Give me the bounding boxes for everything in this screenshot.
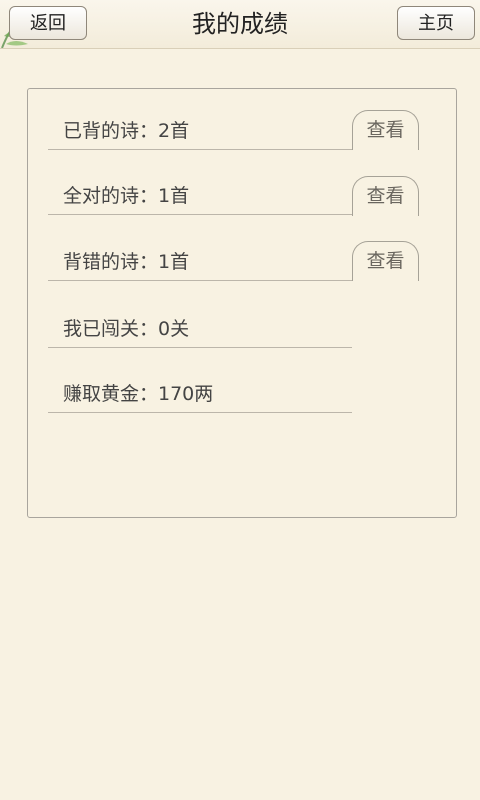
stat-row-levels: 我已闯关：0关: [48, 307, 352, 348]
home-button[interactable]: 主页: [397, 6, 475, 40]
stat-label: 赚取黄金：170两: [63, 383, 214, 405]
stats-panel: 已背的诗：2首 查看 全对的诗：1首 查看 背错的诗：1首 查看 我已闯关：0关…: [27, 88, 457, 518]
stat-label: 全对的诗：1首: [63, 185, 190, 207]
view-memorized-button[interactable]: 查看: [352, 110, 419, 150]
stat-label: 已背的诗：2首: [63, 120, 190, 142]
header-bar: 返回 我的成绩 主页: [0, 0, 480, 49]
view-all-correct-button[interactable]: 查看: [352, 176, 419, 216]
stat-row-memorized: 已背的诗：2首: [48, 109, 352, 150]
stat-row-gold: 赚取黄金：170两: [48, 372, 352, 413]
view-mistakes-button[interactable]: 查看: [352, 241, 419, 281]
stat-row-mistakes: 背错的诗：1首: [48, 240, 352, 281]
stat-label: 我已闯关：0关: [63, 318, 190, 340]
stat-row-all-correct: 全对的诗：1首: [48, 174, 352, 215]
stat-label: 背错的诗：1首: [63, 251, 190, 273]
